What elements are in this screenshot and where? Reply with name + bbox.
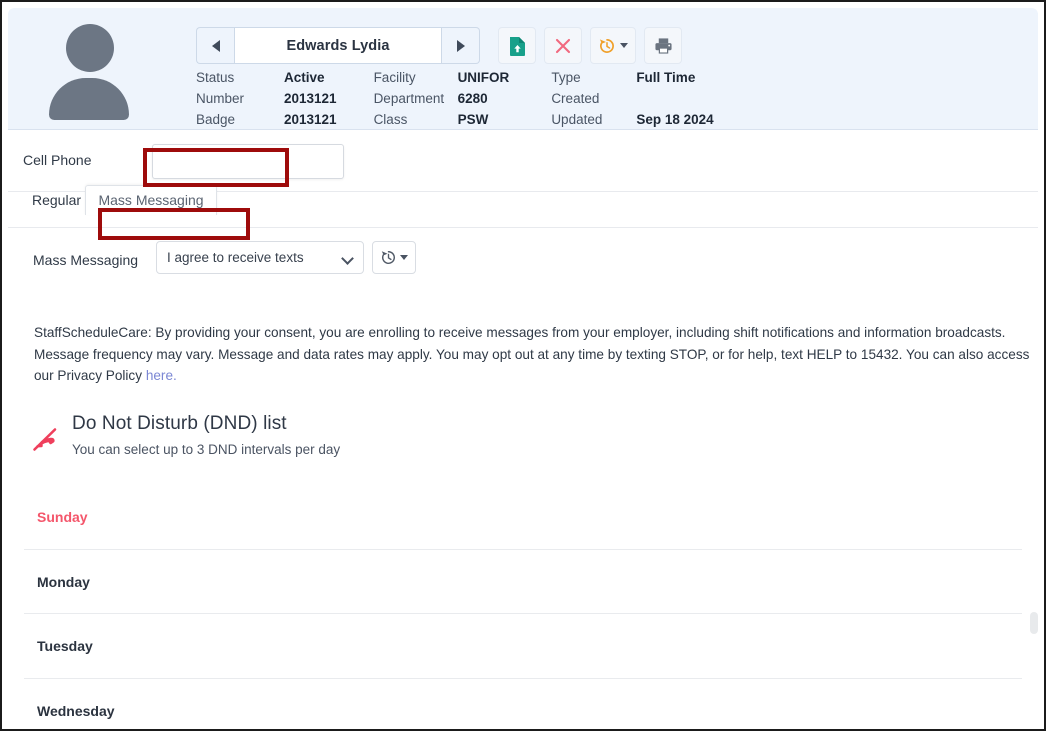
mass-messaging-history-button[interactable] (372, 241, 416, 274)
phone-off-icon (30, 424, 64, 458)
dnd-title: Do Not Disturb (DND) list (72, 413, 287, 434)
meta-value: 6280 (457, 91, 488, 106)
previous-employee-button[interactable] (196, 27, 234, 64)
employee-name-field[interactable]: Edwards Lydia (234, 27, 442, 64)
meta-key: Class (373, 112, 408, 127)
mass-messaging-select[interactable]: I agree to receive texts (156, 241, 364, 274)
print-button[interactable] (644, 27, 682, 64)
employee-navigator: Edwards Lydia (196, 27, 480, 64)
history-icon (599, 38, 614, 53)
mass-messaging-row: Mass Messaging I agree to receive texts (8, 228, 1038, 294)
chevron-down-icon (400, 255, 408, 260)
history-icon (381, 250, 395, 264)
meta-value: Active (284, 70, 325, 85)
day-label: Monday (37, 573, 90, 590)
printer-icon (654, 37, 672, 54)
tab-bar: Regular Mass Messaging (8, 185, 1038, 228)
chevron-down-icon (341, 252, 354, 265)
avatar-body-shape (49, 78, 129, 120)
mass-messaging-selected-value: I agree to receive texts (167, 250, 304, 265)
avatar (36, 16, 140, 124)
meta-value: UNIFOR (457, 70, 510, 85)
delete-button[interactable] (544, 27, 582, 64)
meta-key: Type (551, 70, 581, 85)
chevron-right-icon (456, 39, 465, 52)
meta-column-1: Status Active Number 2013121 Badge 20131… (196, 70, 337, 127)
dnd-day-row-tuesday[interactable]: Tuesday (24, 614, 1022, 679)
header-history-button[interactable] (590, 27, 636, 64)
chevron-down-icon (620, 43, 628, 48)
consent-text: StaffScheduleCare: By providing your con… (34, 322, 1034, 387)
employee-header: Edwards Lydia Status Active Number 20131… (8, 8, 1038, 130)
screenshot-root: Edwards Lydia Status Active Number 20131… (0, 0, 1046, 731)
meta-value: Sep 18 2024 (636, 112, 714, 127)
day-label: Tuesday (37, 638, 93, 654)
close-icon (555, 38, 571, 53)
tab-regular[interactable]: Regular (32, 192, 81, 208)
dnd-day-row-sunday[interactable]: Sunday (24, 485, 1022, 550)
cell-phone-input[interactable] (152, 144, 344, 179)
meta-value (636, 91, 713, 106)
meta-value: 2013121 (284, 112, 337, 127)
cell-phone-label: Cell Phone (23, 152, 92, 168)
employee-panel: Edwards Lydia Status Active Number 20131… (8, 8, 1038, 725)
day-label: Sunday (37, 509, 88, 525)
meta-column-3: Type Full Time Created Updated Sep 18 20… (551, 70, 713, 127)
chevron-left-icon (211, 39, 220, 52)
employee-body: Cell Phone Regular Mass Messaging Mass M… (8, 130, 1038, 725)
vertical-scrollbar-thumb[interactable] (1030, 612, 1038, 634)
header-toolbar (498, 27, 682, 64)
meta-value: 2013121 (284, 91, 337, 106)
save-document-icon (509, 36, 525, 56)
meta-key: Created (551, 91, 600, 106)
dnd-day-row-monday[interactable]: Monday (24, 550, 1022, 614)
dnd-day-row-wednesday[interactable]: Wednesday (24, 679, 1022, 726)
meta-column-2: Facility UNIFOR Department 6280 Class PS… (374, 70, 510, 127)
meta-key: Status (196, 70, 235, 85)
privacy-policy-link[interactable]: here. (146, 368, 177, 383)
dnd-subtitle: You can select up to 3 DND intervals per… (72, 442, 341, 457)
meta-key: Updated (551, 112, 603, 127)
meta-key: Badge (196, 112, 236, 127)
mass-messaging-label: Mass Messaging (33, 252, 139, 268)
consent-body: StaffScheduleCare: By providing your con… (34, 325, 1030, 383)
meta-key: Number (196, 91, 245, 106)
employee-meta: Status Active Number 2013121 Badge 20131… (196, 70, 714, 127)
dnd-day-list: Sunday Monday Tuesday Wednesday (8, 485, 1038, 725)
meta-value: Full Time (636, 70, 696, 85)
tab-mass-messaging[interactable]: Mass Messaging (85, 185, 217, 215)
meta-key: Department (373, 91, 445, 106)
next-employee-button[interactable] (442, 27, 480, 64)
cell-phone-row: Cell Phone (8, 130, 1038, 192)
save-button[interactable] (498, 27, 536, 64)
day-label: Wednesday (37, 702, 115, 719)
meta-key: Facility (373, 70, 416, 85)
avatar-head-shape (66, 24, 114, 72)
meta-value: PSW (457, 112, 489, 127)
